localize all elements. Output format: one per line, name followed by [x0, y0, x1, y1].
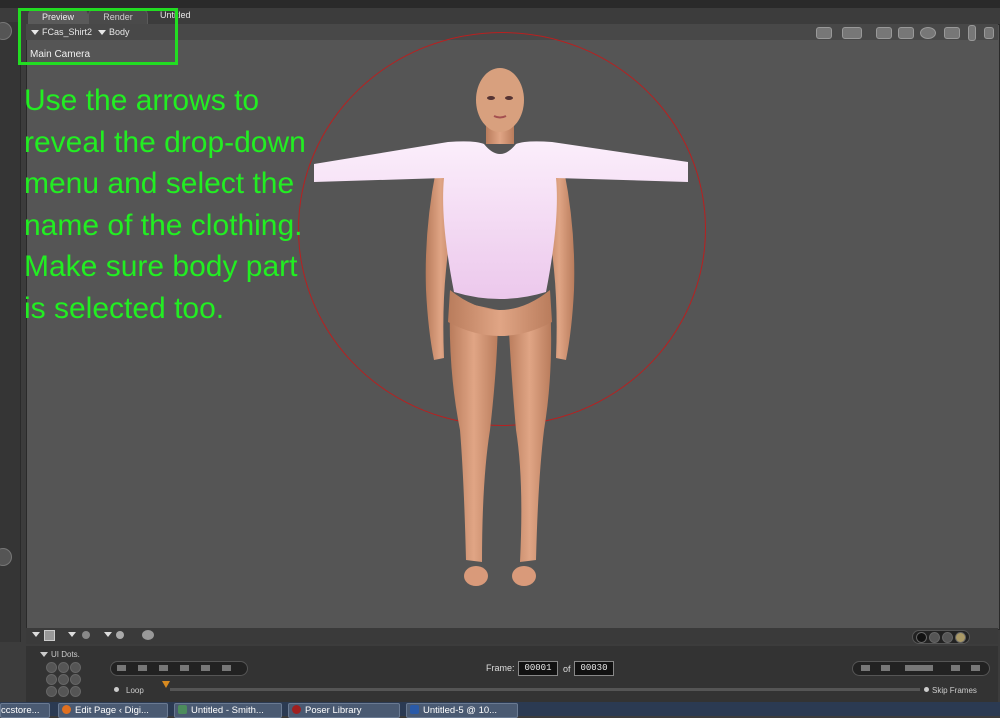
- ui-dot-icon[interactable]: [70, 686, 81, 697]
- ui-dot-icon[interactable]: [46, 686, 57, 697]
- timeline-slider[interactable]: [170, 688, 920, 691]
- viewport-bottom-bar: [26, 628, 998, 644]
- loop-label: Loop: [126, 686, 144, 695]
- step-back-icon[interactable]: [138, 665, 147, 671]
- texture-arrow-icon[interactable]: [104, 632, 112, 637]
- ui-dot-icon[interactable]: [58, 686, 69, 697]
- camera-icon[interactable]: [816, 27, 832, 39]
- skip-frames-label: Skip Frames: [932, 686, 977, 695]
- playhead-icon[interactable]: [162, 681, 170, 688]
- menu-icon[interactable]: [984, 27, 994, 39]
- firefox-icon: [62, 705, 71, 714]
- figure-icon[interactable]: [944, 27, 960, 39]
- ui-dot-icon[interactable]: [46, 662, 57, 673]
- frame-label: Frame:: [486, 663, 515, 673]
- sphere-icon[interactable]: [920, 27, 936, 39]
- shading-arrow-icon[interactable]: [68, 632, 76, 637]
- app-icon: [178, 705, 187, 714]
- ui-dot-icon[interactable]: [916, 632, 927, 643]
- loop-radio[interactable]: [114, 687, 119, 692]
- prev-key-icon[interactable]: [861, 665, 870, 671]
- skip-frames-radio[interactable]: [924, 687, 929, 692]
- keyframe-icon[interactable]: [905, 665, 933, 671]
- ui-dot-icon[interactable]: [70, 674, 81, 685]
- play-icon[interactable]: [180, 665, 189, 671]
- playback-controls[interactable]: [110, 661, 248, 676]
- render-mode-icon[interactable]: [898, 27, 914, 39]
- dropdown-highlight-box: [18, 8, 178, 65]
- keyframe-controls[interactable]: [852, 661, 990, 676]
- ui-dot-icon[interactable]: [58, 674, 69, 685]
- stop-icon[interactable]: [159, 665, 168, 671]
- photoshop-icon: [410, 705, 419, 714]
- ui-dot-icon[interactable]: [46, 674, 57, 685]
- forward-end-icon[interactable]: [222, 665, 231, 671]
- of-label: of: [563, 664, 571, 674]
- rewind-start-icon[interactable]: [117, 665, 126, 671]
- total-frames-field[interactable]: 00030: [574, 661, 614, 676]
- multi-sphere-icon[interactable]: [142, 630, 154, 640]
- ui-dot-icon[interactable]: [70, 662, 81, 673]
- current-frame-field[interactable]: 00001: [518, 661, 558, 676]
- box-display-icon[interactable]: [44, 630, 55, 641]
- shading-sphere-icon[interactable]: [82, 631, 90, 639]
- ui-dots-grid[interactable]: [44, 662, 84, 698]
- display-style-arrow-icon[interactable]: [32, 632, 40, 637]
- slider-icon[interactable]: [968, 25, 976, 41]
- remove-key-icon[interactable]: [971, 665, 980, 671]
- light-icon[interactable]: [876, 27, 892, 39]
- ui-dot-icon[interactable]: [942, 632, 953, 643]
- ui-dot-icon[interactable]: [955, 632, 966, 643]
- ui-dots-pill[interactable]: [912, 630, 970, 644]
- ui-dot-icon[interactable]: [929, 632, 940, 643]
- poser-icon: [292, 705, 301, 714]
- next-key-icon[interactable]: [881, 665, 890, 671]
- display-icon[interactable]: [842, 27, 862, 39]
- ui-dots-arrow-icon[interactable]: [40, 652, 48, 658]
- add-key-icon[interactable]: [951, 665, 960, 671]
- instruction-text: Use the arrows to reveal the drop-down m…: [24, 84, 306, 325]
- ui-dot-icon[interactable]: [58, 662, 69, 673]
- step-forward-icon[interactable]: [201, 665, 210, 671]
- top-strip: [0, 0, 1000, 8]
- human-figure[interactable]: [298, 60, 718, 600]
- texture-sphere-icon[interactable]: [116, 631, 124, 639]
- ui-dots-label[interactable]: UI Dots.: [40, 650, 80, 659]
